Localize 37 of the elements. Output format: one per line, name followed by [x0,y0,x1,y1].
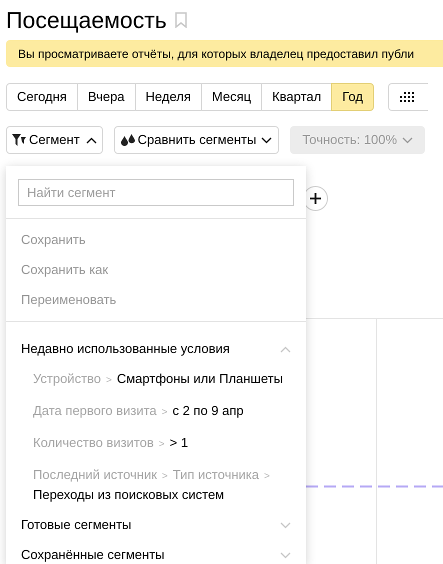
search-field[interactable]: Найти сегмент [18,179,294,206]
condition-field: Тип источника [172,466,259,484]
page-title: Посещаемость [6,8,167,32]
notice-banner: Вы просматриваете отчёты, для которых владелец предоставил публи [6,40,443,67]
condition-field: Количество визитов [33,434,154,452]
period-tab[interactable]: Неделя [134,83,202,111]
condition-field: Дата первого визита [33,402,157,420]
condition-value[interactable]: Смартфоны или Планшеты [116,370,283,388]
condition-field: Устройство [33,370,102,388]
period-tab[interactable]: Месяц [200,83,262,111]
separator-text: > [162,470,168,484]
condition-value[interactable]: Переходы из поисковых систем [33,486,224,504]
section-title: Сохранённые сегменты [21,546,165,564]
drops-icon [120,134,135,146]
section-title: Готовые сегменты [21,516,132,534]
separator-text: > [264,470,270,484]
grid-icon [400,92,414,102]
compare-segments-button[interactable]: Сравнить сегменты [114,126,280,154]
period-tab[interactable]: Вчера [76,83,136,111]
condition-field: Последний источник [33,466,157,484]
chevron-icon [402,136,414,144]
condition-value[interactable]: > 1 [170,434,188,452]
section-header[interactable]: Сохранённые сегменты [6,540,306,564]
section-header[interactable]: Недавно использованные условия [6,334,306,364]
grid-view-button[interactable] [388,83,428,111]
segment-button[interactable]: Сегмент [6,126,103,154]
filter-icon [12,134,26,146]
section-header[interactable]: Готовые сегменты [6,510,306,540]
section-title: Недавно использованные условия [21,340,230,358]
separator-text: > [162,406,168,420]
period-tab[interactable]: Квартал [261,83,332,111]
separator-text: > [158,438,165,452]
period-tab[interactable]: Год [331,83,374,111]
separator-text: > [106,374,112,388]
period-tab[interactable]: Сегодня [6,83,78,111]
condition-value[interactable]: с 2 по 9 апр [172,402,244,420]
plus-icon [310,193,321,204]
